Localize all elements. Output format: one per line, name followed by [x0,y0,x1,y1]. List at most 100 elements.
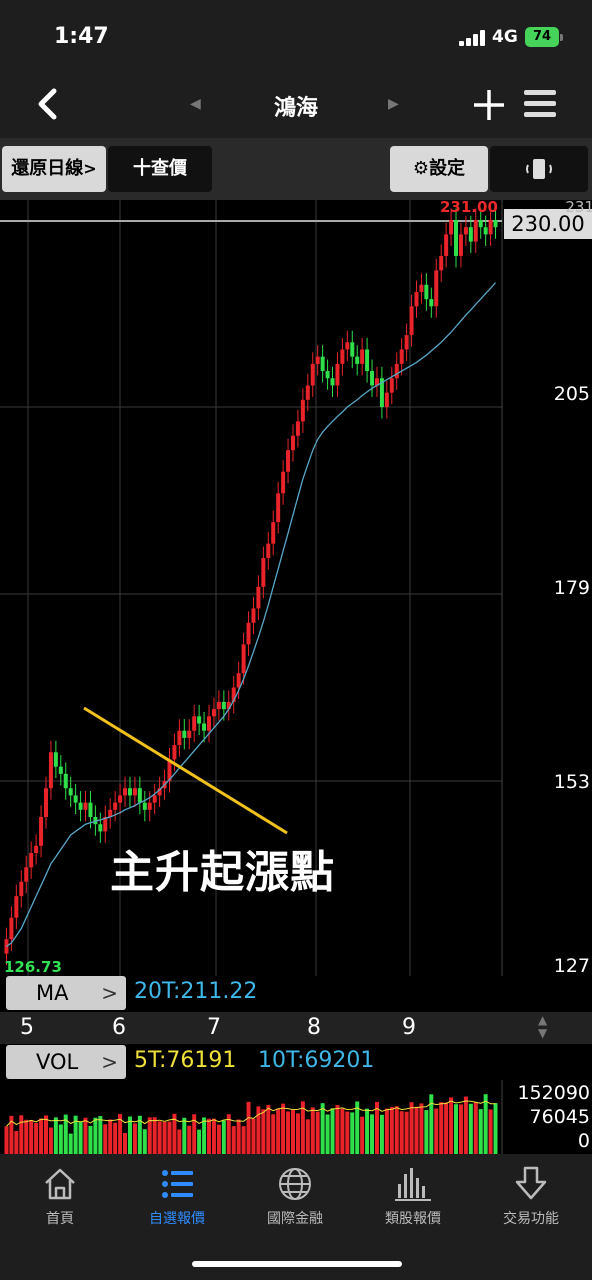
rotate-phone-button[interactable] [490,146,588,192]
volume-bar [281,1103,286,1154]
candle-body [256,586,261,609]
volume-bar [123,1133,128,1154]
candle-body [177,730,182,746]
home-indicator [192,1261,402,1267]
candle-body [419,284,424,292]
volume-bar [221,1120,226,1154]
volume-bar [478,1109,483,1154]
volume-bar [177,1129,182,1154]
volume-bar [202,1117,207,1154]
volume-bar [320,1103,325,1154]
prev-stock-icon[interactable]: ◀ [190,96,201,112]
annotation-text: 主升起漲點 [110,847,335,898]
volume-bar [236,1119,241,1154]
tab-sector-quotes[interactable]: 類股報價 [363,1164,463,1228]
restore-daily-button[interactable]: 還原日線> [2,146,106,192]
volume-bar [34,1122,39,1154]
candle-body [127,788,132,796]
vol10-value: 10T:69201 [258,1048,375,1073]
candle-body [271,522,276,544]
settings-button[interactable]: ⚙設定 [390,146,488,192]
plus-icon[interactable] [472,88,506,122]
date-tick: 7 [207,1015,221,1040]
volume-bar [315,1111,320,1154]
volume-bar [83,1117,88,1154]
volume-bar [305,1119,310,1154]
volume-bar [394,1106,399,1154]
date-tick: 5 [20,1015,34,1040]
hamburger-icon[interactable] [524,90,556,118]
volume-bar [231,1126,236,1154]
candle-body [335,363,340,386]
candle-body [137,788,142,803]
candle-body [197,716,202,724]
candle-body [58,766,63,774]
volume-bar [127,1116,132,1154]
candle-body [34,845,39,853]
tab-trading[interactable]: 交易功能 [481,1164,581,1228]
candle-body [345,342,350,350]
candle-body [39,817,44,846]
vol-tick-label: 76045 [529,1106,590,1128]
nav-bar: ◀ 鴻海 ▶ [0,72,592,138]
candle-body [384,392,389,408]
volume-chart[interactable]: 152090 76045 0 [0,1080,592,1154]
candle-body [295,421,300,436]
y-tick-label: 153 [553,771,590,793]
candle-body [88,802,93,818]
ma-button[interactable]: MA > [6,976,126,1010]
candle-body [394,363,399,379]
candle-body [478,220,483,228]
candle-body [399,349,404,364]
volume-bar [365,1108,370,1154]
candle-body [315,356,320,364]
volume-bar [449,1097,454,1154]
volume-bar [458,1104,463,1154]
candle-body [325,371,330,379]
candle-body [78,802,83,810]
volume-bar [379,1114,384,1154]
volume-bar [187,1125,192,1154]
candle-body [468,227,473,242]
volume-bar [330,1108,335,1154]
volume-bar [19,1115,24,1154]
volume-bar [29,1120,34,1154]
candle-body [350,342,355,357]
volume-bar [246,1101,251,1154]
chevron-right-icon: > [101,1050,118,1074]
candle-body [493,220,498,228]
volume-bar [345,1111,350,1154]
volume-bar [488,1109,493,1154]
candle-body [429,299,434,307]
candle-body [123,788,128,796]
candle-body [142,802,147,810]
volume-bar [434,1108,439,1154]
vol-indicator-bar: VOL > 5T:76191 10T:69201 [0,1044,592,1080]
next-stock-icon[interactable]: ▶ [388,96,399,112]
chevron-left-icon[interactable] [30,86,66,122]
candle-body [241,644,246,674]
candlestick-chart[interactable]: 231.00 230.00 231 205 179 153 127 126.73… [0,198,592,977]
tab-home[interactable]: 首頁 [10,1164,110,1228]
vol5-value: 5T:76191 [134,1048,237,1073]
candle-body [24,867,29,882]
volume-bar [493,1103,498,1154]
volume-bar [286,1111,291,1154]
candle-body [172,745,177,760]
tab-watchlist[interactable]: 自選報價 [127,1164,227,1228]
volume-bar [419,1103,424,1154]
volume-bar [295,1113,300,1154]
signal-icon [459,30,485,46]
vol-button[interactable]: VOL > [6,1045,126,1079]
candle-body [152,795,157,803]
candle-body [132,788,137,796]
candle-body [473,220,478,242]
volume-bar [360,1116,365,1154]
candle-body [370,371,375,386]
query-price-button[interactable]: 十查價 [108,146,212,192]
tab-global-finance[interactable]: 國際金融 [245,1164,345,1228]
volume-bar [473,1102,478,1154]
candle-body [4,939,9,954]
candle-body [147,802,152,810]
resize-handle-icon[interactable]: ▲ ▼ [538,1014,547,1040]
